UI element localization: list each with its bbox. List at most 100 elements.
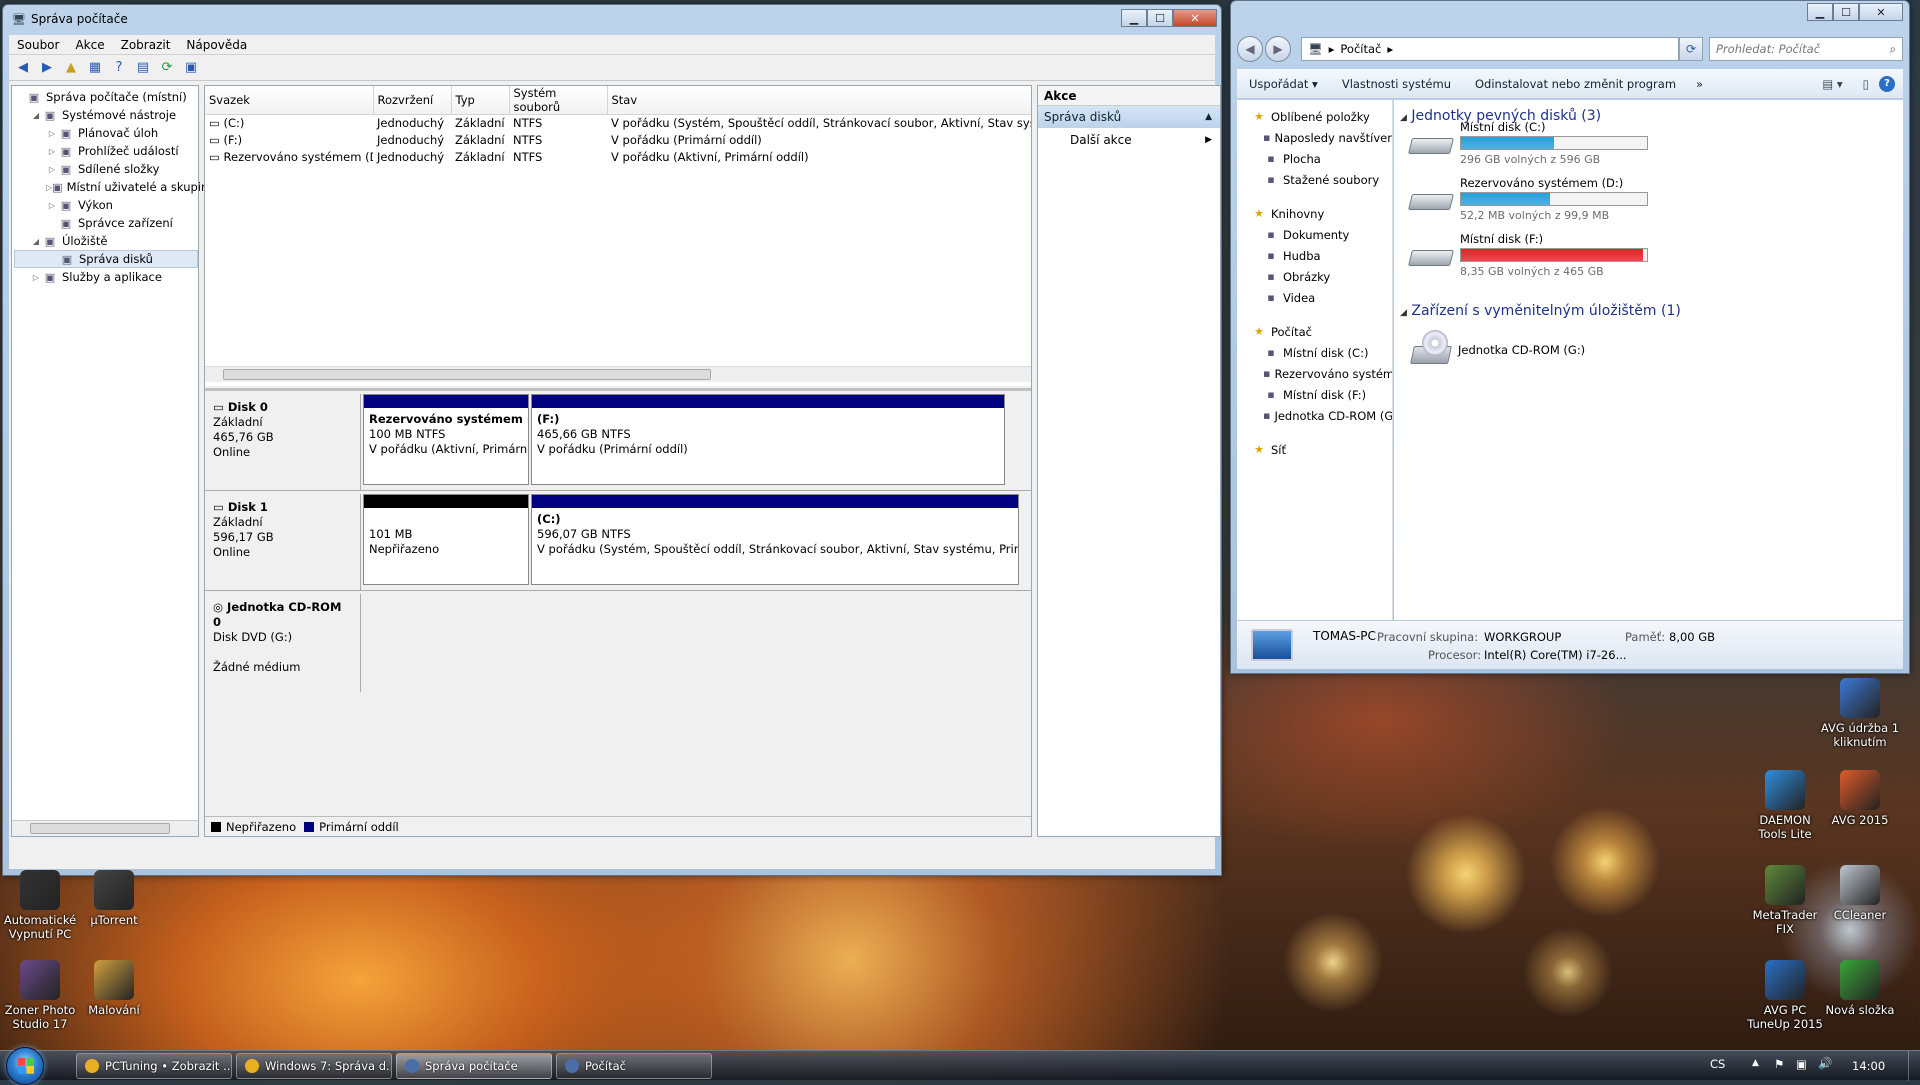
explorer-minimize-button[interactable]: ▁ <box>1807 3 1833 21</box>
col-layout[interactable]: Rozvržení <box>373 86 452 115</box>
desktop-icon[interactable]: AVG 2015 <box>1820 770 1900 827</box>
tree-item[interactable]: ▷ ▣ Plánovač úloh <box>14 124 198 142</box>
tree-item[interactable]: ◢ ▣ Systémové nástroje <box>14 106 198 124</box>
preview-pane-icon[interactable]: ▯ <box>1853 77 1879 91</box>
properties-icon[interactable]: ▤ <box>133 58 153 78</box>
tree-item[interactable]: ▷ ▣ Služby a aplikace <box>14 268 198 286</box>
close-button[interactable]: ✕ <box>1173 9 1217 27</box>
disk-1-info[interactable]: ▭ Disk 1 Základní 596,17 GB Online <box>205 494 361 590</box>
tree-item[interactable]: ▣ Správa počítače (místní) <box>14 88 198 106</box>
cdrom-row[interactable]: ◎ Jednotka CD-ROM 0 Disk DVD (G:) Žádné … <box>205 594 1031 692</box>
partition-reserved-d[interactable]: Rezervováno systémem (D 100 MB NTFS V po… <box>363 394 529 485</box>
volume-row[interactable]: ▭ (F:) Jednoduchý Základní NTFS V pořádku (P… <box>205 132 1031 149</box>
start-button[interactable] <box>6 1047 44 1085</box>
menu-view[interactable]: Zobrazit <box>113 38 179 52</box>
taskbar-button[interactable]: Počítač <box>556 1053 712 1079</box>
taskbar-button[interactable]: PCTuning • Zobrazit ... <box>76 1053 232 1079</box>
col-status[interactable]: Stav <box>607 86 1031 115</box>
help-icon[interactable]: ? <box>109 58 129 78</box>
nav-item[interactable]: ★ Počítač <box>1237 321 1392 342</box>
expand-arrow-icon[interactable]: ◢ <box>30 237 42 246</box>
col-volume[interactable]: Svazek <box>205 86 374 115</box>
forward-button[interactable]: ▶ <box>1265 36 1291 62</box>
col-type[interactable]: Typ <box>451 86 510 115</box>
action-center-flag-icon[interactable]: ⚑ <box>1774 1057 1784 1071</box>
drive-item[interactable]: Místní disk (F:) 8,35 GB volných z 465 GB <box>1408 232 1648 278</box>
taskbar-button[interactable]: Windows 7: Správa d... <box>236 1053 392 1079</box>
show-desktop-button[interactable] <box>1908 1051 1920 1081</box>
navigation-pane[interactable]: ★ Oblíbené položky ▪ Naposledy navštívené ▪ P… <box>1237 100 1393 620</box>
desktop-icon[interactable]: AVG údržba 1 kliknutím <box>1820 678 1900 749</box>
tree-item[interactable]: ▣ Správce zařízení <box>14 214 198 232</box>
refresh-icon[interactable]: ⟳ <box>157 58 177 78</box>
address-bar[interactable]: 🖥 ▸ Počítač ▸ <box>1301 37 1679 61</box>
desktop-icon[interactable]: Automatické Vypnutí PC <box>0 870 80 941</box>
maximize-button[interactable]: ☐ <box>1147 9 1173 27</box>
actions-pane[interactable]: Akce Správa disků ▲ Další akce ▶ <box>1037 85 1221 837</box>
nav-item[interactable]: ▪ Naposledy navštívené <box>1237 127 1392 148</box>
volume-row[interactable]: ▭ Rezervováno systémem (D:) Jednoduchý Zák… <box>205 149 1031 166</box>
disk-1-row[interactable]: ▭ Disk 1 Základní 596,17 GB Online 101 M… <box>205 494 1031 591</box>
expand-arrow-icon[interactable]: ▷ <box>46 201 58 210</box>
explorer-maximize-button[interactable]: ☐ <box>1833 3 1859 21</box>
volume-icon[interactable]: 🔊 <box>1818 1056 1832 1070</box>
removable-group-header[interactable]: ◢ Zařízení s vyměnitelným úložištěm (1) <box>1400 303 1681 319</box>
show-tree-icon[interactable]: ▦ <box>85 58 105 78</box>
col-filesystem[interactable]: Systém souborů <box>509 86 608 115</box>
clock[interactable]: 14:00 <box>1852 1059 1885 1073</box>
drive-item[interactable]: Rezervováno systémem (D:) 52,2 MB volných… <box>1408 176 1648 222</box>
organize-button[interactable]: Uspořádat ▾ <box>1237 77 1330 91</box>
nav-item[interactable]: ▪ Místní disk (F:) <box>1237 384 1392 405</box>
up-folder-icon[interactable]: ▲ <box>61 58 81 78</box>
nav-item[interactable]: ▪ Videa <box>1237 287 1392 308</box>
nav-item[interactable]: ▪Rezervováno systémem (D:) <box>1237 363 1392 384</box>
volume-row[interactable]: ▭ (C:) Jednoduchý Základní NTFS V pořádku (S… <box>205 115 1031 132</box>
desktop-icon[interactable]: CCleaner <box>1820 865 1900 922</box>
cdrom-drive-item[interactable]: Jednotka CD-ROM (G:) <box>1408 330 1585 370</box>
menu-help[interactable]: Nápověda <box>178 38 255 52</box>
export-list-icon[interactable]: ▣ <box>181 58 201 78</box>
desktop-icon[interactable]: Malování <box>74 960 154 1017</box>
tray-expand-icon[interactable]: ▲ <box>1752 1058 1759 1068</box>
partition-unallocated[interactable]: 101 MB Nepřiřazeno <box>363 494 529 585</box>
partition-f[interactable]: (F:) 465,66 GB NTFS V pořádku (Primární … <box>531 394 1005 485</box>
explorer-window[interactable]: ▁ ☐ ✕ ◀ ▶ 🖥 ▸ Počítač ▸ ⟳ Prohledat: Poč… <box>1230 0 1910 674</box>
view-options-icon[interactable]: ▤ ▾ <box>1812 77 1852 91</box>
actions-section-disk-management[interactable]: Správa disků ▲ <box>1038 106 1220 128</box>
desktop-icon[interactable]: µTorrent <box>74 870 154 927</box>
desktop-icon[interactable]: DAEMON Tools Lite <box>1745 770 1825 841</box>
help-icon[interactable]: ? <box>1879 75 1895 92</box>
minimize-button[interactable]: ▁ <box>1121 9 1147 27</box>
explorer-close-button[interactable]: ✕ <box>1859 3 1903 21</box>
expand-arrow-icon[interactable]: ▷ <box>46 147 58 156</box>
search-box[interactable]: Prohledat: Počítač ⌕ <box>1709 37 1903 61</box>
disk-management-pane[interactable]: Svazek Rozvržení Typ Systém souborů Stav… <box>204 85 1032 837</box>
console-tree[interactable]: ▣ Správa počítače (místní) ◢ ▣ Systémové nás… <box>11 85 215 837</box>
tree-item[interactable]: ▣ Správa disků <box>14 250 198 268</box>
nav-item[interactable]: ▪ Místní disk (C:) <box>1237 342 1392 363</box>
disk-0-info[interactable]: ▭ Disk 0 Základní 465,76 GB Online <box>205 394 361 490</box>
nav-item[interactable]: ▪ Jednotka CD-ROM (G:) <box>1237 405 1392 426</box>
tree-item[interactable]: ▷ ▣ Sdílené složky <box>14 160 198 178</box>
tree-item[interactable]: ▷ ▣ Výkon <box>14 196 198 214</box>
desktop-icon[interactable]: MetaTrader FIX <box>1745 865 1825 936</box>
network-icon[interactable]: ▣ <box>1796 1057 1807 1071</box>
uninstall-program-button[interactable]: Odinstalovat nebo změnit program <box>1463 77 1688 91</box>
language-indicator[interactable]: CS <box>1710 1057 1725 1071</box>
nav-item[interactable]: ▪ Obrázky <box>1237 266 1392 287</box>
explorer-content[interactable]: ◢ Jednotky pevných disků (3) Místní disk… <box>1394 100 1903 620</box>
partition-c[interactable]: (C:) 596,07 GB NTFS V pořádku (Systém, S… <box>531 494 1019 585</box>
nav-item[interactable]: ★ Knihovny <box>1237 203 1392 224</box>
actions-more[interactable]: Další akce ▶ <box>1038 128 1220 152</box>
volume-hscroll[interactable] <box>205 366 1031 382</box>
volume-list[interactable]: Svazek Rozvržení Typ Systém souborů Stav… <box>205 86 1031 386</box>
back-arrow-icon[interactable]: ◀ <box>13 58 33 78</box>
forward-arrow-icon[interactable]: ▶ <box>37 58 57 78</box>
nav-item[interactable]: ▪ Plocha <box>1237 148 1392 169</box>
mmc-titlebar[interactable]: 🖥 Správa počítače <box>3 5 1221 33</box>
tree-item[interactable]: ▷ ▣ Prohlížeč událostí <box>14 142 198 160</box>
system-properties-button[interactable]: Vlastnosti systému <box>1330 77 1463 91</box>
tree-hscroll[interactable] <box>12 820 198 836</box>
menu-action[interactable]: Akce <box>67 38 112 52</box>
computer-management-window[interactable]: 🖥 Správa počítače ▁ ☐ ✕ Soubor Akce Zobr… <box>2 4 1222 876</box>
